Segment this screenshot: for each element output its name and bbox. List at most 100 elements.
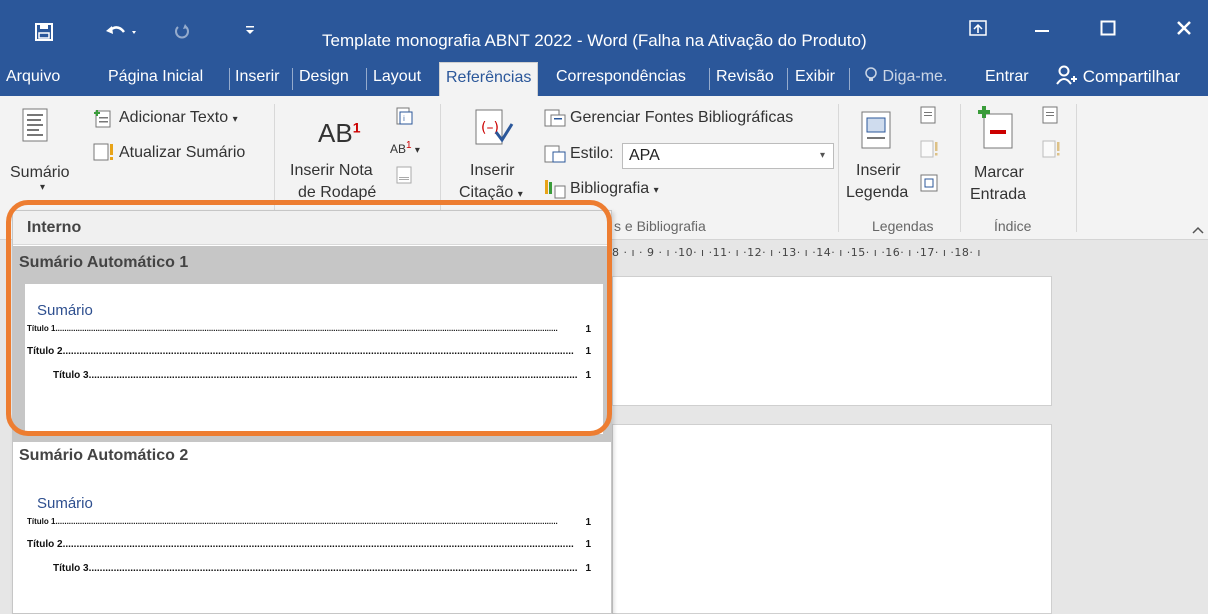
document-page[interactable] xyxy=(612,424,1052,614)
chevron-down-icon: ▾ xyxy=(517,189,523,200)
toc-leader-dots: ........................................… xyxy=(88,563,578,574)
insert-footnote-icon: AB1 xyxy=(318,118,361,148)
gallery-item-title: Sumário Automático 2 xyxy=(19,447,189,464)
sign-in-link[interactable]: Entrar xyxy=(985,62,1029,96)
show-notes-icon[interactable] xyxy=(396,166,412,189)
mark-entry-line1[interactable]: Marcar xyxy=(974,164,1024,182)
tab-separator xyxy=(787,68,788,90)
toc-entry-page: 1 xyxy=(585,563,591,574)
tab-separator xyxy=(229,68,230,90)
chevron-down-icon: ▾ xyxy=(819,150,825,161)
toc-entry-page: 1 xyxy=(585,324,591,335)
cross-reference-icon[interactable] xyxy=(920,174,938,197)
index-group-label: Índice xyxy=(994,218,1032,234)
toc-leader-dots: ........................................… xyxy=(62,539,574,550)
manage-sources-button[interactable]: Gerenciar Fontes Bibliográficas xyxy=(570,109,793,127)
insert-caption-line1[interactable]: Inserir xyxy=(856,162,900,180)
toc-gallery-item-automatic-1[interactable]: Sumário Automático 1 Sumário Título 1...… xyxy=(13,246,611,442)
maximize-icon[interactable] xyxy=(1088,20,1128,44)
insert-caption-line2[interactable]: Legenda xyxy=(846,184,908,202)
insert-footnote-line1[interactable]: Inserir Nota xyxy=(290,162,373,180)
chevron-down-icon: ▾ xyxy=(232,114,238,125)
add-text-label: Adicionar Texto xyxy=(119,109,229,126)
toc-entry-text: Título 1 xyxy=(27,324,56,333)
add-text-button[interactable]: Adicionar Texto ▾ xyxy=(119,109,238,127)
insert-footnote-line2[interactable]: de Rodapé xyxy=(298,184,376,202)
citation-style-select[interactable]: APA ▾ xyxy=(622,143,834,169)
tab-referencias[interactable]: Referências xyxy=(439,62,539,96)
gallery-item-title: Sumário Automático 1 xyxy=(19,254,189,271)
toc-preview: Sumário Título 1........................… xyxy=(25,477,603,613)
tab-exibir[interactable]: Exibir xyxy=(795,62,835,96)
toc-entry-text: Título 3 xyxy=(53,370,89,381)
document-page[interactable] xyxy=(612,276,1052,406)
toc-button[interactable]: Sumário xyxy=(10,164,70,182)
window-title: Template monografia ABNT 2022 - Word (Fa… xyxy=(322,31,867,50)
toc-preview-entry: Título 3................................… xyxy=(53,563,583,574)
toc-gallery-item-automatic-2[interactable]: Sumário Automático 2 Sumário Título 1...… xyxy=(13,443,611,614)
chevron-down-icon: ▾ xyxy=(653,185,659,196)
bibliography-icon xyxy=(543,178,567,205)
tab-separator xyxy=(849,68,850,90)
toc-entry-page: 1 xyxy=(585,517,591,528)
toc-leader-dots: ........................................… xyxy=(62,346,574,357)
gallery-section-header: Interno xyxy=(13,211,611,245)
group-separator xyxy=(960,104,961,232)
title-bar: Template monografia ABNT 2022 - Word (Fa… xyxy=(0,0,1208,62)
table-of-contents-icon[interactable] xyxy=(22,108,48,147)
captions-group-label: Legendas xyxy=(872,218,934,234)
share-button[interactable]: Compartilhar xyxy=(1056,62,1180,96)
minimize-icon[interactable] xyxy=(1022,20,1062,44)
tell-me-box[interactable]: Diga-me. xyxy=(864,62,947,96)
svg-text:i: i xyxy=(403,115,405,123)
bibliography-button[interactable]: Bibliografia ▾ xyxy=(570,180,659,198)
tab-separator xyxy=(709,68,710,90)
toc-entry-text: Título 2 xyxy=(27,539,63,550)
tab-revisao[interactable]: Revisão xyxy=(716,62,774,96)
toc-preview-entry: Título 2................................… xyxy=(27,539,583,550)
tab-pagina-inicial[interactable]: Página Inicial xyxy=(108,62,203,96)
toc-leader-dots: ........................................… xyxy=(55,324,558,333)
insert-citation-line1[interactable]: Inserir xyxy=(470,162,514,180)
horizontal-ruler[interactable]: 8 · ı · 9 · ı ·10· ı ·11· ı ·12· ı ·13· … xyxy=(612,246,1052,264)
insert-citation-line2: Citação xyxy=(459,184,514,201)
ribbon-display-options-icon[interactable] xyxy=(958,20,998,44)
toc-entry-text: Título 1 xyxy=(27,517,56,526)
bibliography-label: Bibliografia xyxy=(570,180,650,197)
toc-entry-page: 1 xyxy=(585,370,591,381)
tab-correspondencias[interactable]: Correspondências xyxy=(556,62,686,96)
next-footnote-icon[interactable]: AB1 ▾ xyxy=(390,140,420,156)
toc-preview-heading: Sumário xyxy=(37,302,93,319)
tab-layout[interactable]: Layout xyxy=(373,62,421,96)
tab-arquivo[interactable]: Arquivo xyxy=(6,62,60,96)
insert-table-of-figures-icon[interactable] xyxy=(920,106,936,129)
close-icon[interactable] xyxy=(1164,20,1204,44)
customize-quick-access-icon[interactable] xyxy=(244,22,256,42)
insert-index-icon[interactable] xyxy=(1042,106,1058,129)
insert-citation-button[interactable]: Citação ▾ xyxy=(459,184,523,202)
update-table-button[interactable]: Atualizar Sumário xyxy=(119,144,245,162)
toc-preview-heading: Sumário xyxy=(37,495,93,512)
insert-caption-icon xyxy=(860,110,892,155)
redo-icon[interactable] xyxy=(172,22,192,46)
toc-preview: Sumário Título 1........................… xyxy=(25,284,603,434)
update-index-icon[interactable] xyxy=(1042,140,1062,163)
collapse-ribbon-icon[interactable] xyxy=(1192,222,1204,237)
tab-separator xyxy=(292,68,293,90)
style-label: Estilo: xyxy=(570,145,614,162)
update-table-icon xyxy=(92,142,118,167)
tab-inserir[interactable]: Inserir xyxy=(235,62,279,96)
manage-sources-icon xyxy=(543,108,567,133)
citation-style-value: APA xyxy=(629,147,660,164)
tab-separator xyxy=(366,68,367,90)
undo-icon[interactable] xyxy=(104,22,140,46)
toc-entry-page: 1 xyxy=(585,346,591,357)
tell-me-label: Diga-me. xyxy=(882,68,948,85)
update-table-of-figures-icon[interactable] xyxy=(920,140,940,163)
tab-design[interactable]: Design xyxy=(299,62,349,96)
toc-leader-dots: ........................................… xyxy=(88,370,578,381)
mark-entry-line2[interactable]: Entrada xyxy=(970,186,1026,204)
save-icon[interactable] xyxy=(34,22,54,46)
chevron-down-icon[interactable]: ▾ xyxy=(40,182,45,193)
insert-endnote-icon[interactable]: i xyxy=(394,106,414,131)
